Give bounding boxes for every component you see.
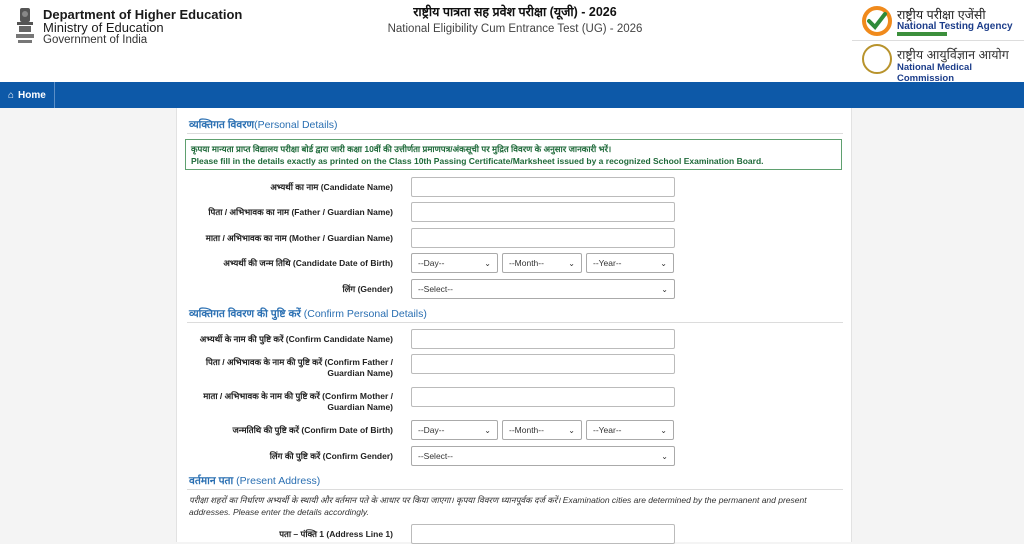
confirm-father-name-input[interactable]: [411, 354, 675, 374]
mother-name-input[interactable]: [411, 228, 675, 248]
mother-name-label: माता / अभिभावक का नाम (Mother / Guardian…: [205, 233, 393, 243]
dob-year-value: --Year--: [593, 258, 622, 268]
gender-select[interactable]: --Select-- ⌄: [411, 279, 675, 299]
confirm-father-name-label-line2: Guardian Name): [327, 368, 393, 378]
header-divider: [852, 40, 1024, 41]
confirm-mother-name-label-line2: Guardian Name): [327, 402, 393, 412]
confirm-dob-day-value: --Day--: [418, 425, 445, 435]
ministry-name: Ministry of Education: [43, 20, 164, 35]
nmc-name-english: National Medical Commission: [897, 62, 972, 84]
confirm-details-heading: व्यक्तिगत विवरण की पुष्टि करें (Confirm …: [189, 307, 427, 321]
confirm-mother-name-input[interactable]: [411, 387, 675, 407]
department-block: Department of Higher Education Ministry …: [43, 8, 242, 47]
site-header: Department of Higher Education Ministry …: [0, 0, 1024, 84]
nav-home-link[interactable]: ⌂ Home: [0, 82, 55, 108]
address-line1-label: पता – पंक्ति 1 (Address Line 1): [279, 529, 393, 539]
confirm-gender-select[interactable]: --Select-- ⌄: [411, 446, 675, 466]
main-nav: ⌂ Home: [0, 82, 1024, 108]
dob-day-value: --Day--: [418, 258, 445, 268]
nmc-name-hindi: राष्ट्रीय आयुर्विज्ञान आयोग: [897, 48, 1009, 62]
exam-title-block: राष्ट्रीय पात्रता सह प्रवेश परीक्षा (यूज…: [330, 4, 700, 38]
registration-form: व्यक्तिगत विवरण(Personal Details) कृपया …: [176, 108, 852, 544]
home-icon: ⌂: [8, 89, 15, 101]
section-divider: [187, 133, 843, 134]
confirm-dob-day-select[interactable]: --Day-- ⌄: [411, 420, 498, 440]
personal-details-heading-english: (Personal Details): [254, 119, 338, 131]
confirm-mother-name-label-line1: माता / अभिभावक के नाम की पुष्टि करें (Co…: [203, 391, 393, 401]
confirm-details-heading-english: (Confirm Personal Details): [303, 308, 427, 320]
confirm-candidate-name-label: अभ्यर्थी के नाम की पुष्टि करें (Confirm …: [199, 334, 393, 344]
exam-title-english: National Eligibility Cum Entrance Test (…: [387, 23, 643, 35]
confirm-details-heading-hindi: व्यक्तिगत विवरण की पुष्टि करें: [189, 308, 301, 320]
dob-month-value: --Month--: [509, 258, 544, 268]
exam-title-hindi: राष्ट्रीय पात्रता सह प्रवेश परीक्षा (यूज…: [413, 5, 617, 19]
confirm-father-name-label: पिता / अभिभावक के नाम की पुष्टि करें (Co…: [177, 357, 393, 379]
nav-home-label: Home: [18, 89, 46, 101]
section-divider: [187, 489, 843, 490]
nta-logo-icon: [862, 6, 892, 36]
personal-details-heading: व्यक्तिगत विवरण(Personal Details): [189, 118, 338, 132]
present-address-heading: वर्तमान पता (Present Address): [189, 474, 320, 488]
confirm-gender-label: लिंग की पुष्टि करें (Confirm Gender): [269, 451, 393, 461]
national-emblem-icon: [16, 8, 34, 43]
chevron-down-icon: ⌄: [484, 258, 491, 268]
nmc-logo-icon: [862, 44, 892, 74]
confirm-dob-month-select[interactable]: --Month-- ⌄: [502, 420, 582, 440]
dob-day-select[interactable]: --Day-- ⌄: [411, 253, 498, 273]
dob-month-select[interactable]: --Month-- ⌄: [502, 253, 582, 273]
candidate-name-label: अभ्यर्थी का नाम (Candidate Name): [270, 182, 393, 192]
dob-label: अभ्यर्थी की जन्म तिथि (Candidate Date of…: [223, 258, 393, 268]
dob-year-select[interactable]: --Year-- ⌄: [586, 253, 674, 273]
address-instructions: परीक्षा शहरों का निर्धारण अभ्यर्थी के स्…: [189, 495, 807, 517]
chevron-down-icon: ⌄: [660, 425, 667, 435]
chevron-down-icon: ⌄: [568, 258, 575, 268]
personal-details-instructions: कृपया मान्यता प्राप्त विद्यालय परीक्षा ब…: [185, 139, 842, 170]
section-divider: [187, 322, 843, 323]
present-address-heading-english: (Present Address): [236, 475, 321, 487]
confirm-candidate-name-input[interactable]: [411, 329, 675, 349]
confirm-dob-year-value: --Year--: [593, 425, 622, 435]
nta-tagline-bar: [897, 32, 947, 36]
confirm-gender-value: --Select--: [418, 451, 453, 461]
candidate-name-input[interactable]: [411, 177, 675, 197]
gender-value: --Select--: [418, 284, 453, 294]
instructions-hindi: कृपया मान्यता प्राप्त विद्यालय परीक्षा ब…: [191, 144, 612, 154]
present-address-heading-hindi: वर्तमान पता: [189, 475, 234, 487]
gender-label: लिंग (Gender): [342, 284, 393, 294]
instructions-english: Please fill in the details exactly as pr…: [191, 156, 764, 166]
confirm-mother-name-label: माता / अभिभावक के नाम की पुष्टि करें (Co…: [177, 391, 393, 413]
personal-details-heading-hindi: व्यक्तिगत विवरण: [189, 119, 255, 131]
chevron-down-icon: ⌄: [660, 258, 667, 268]
confirm-dob-year-select[interactable]: --Year-- ⌄: [586, 420, 674, 440]
chevron-down-icon: ⌄: [661, 284, 668, 294]
chevron-down-icon: ⌄: [661, 451, 668, 461]
chevron-down-icon: ⌄: [568, 425, 575, 435]
father-name-label: पिता / अभिभावक का नाम (Father / Guardian…: [208, 207, 393, 217]
confirm-dob-label: जन्मतिथि की पुष्टि करें (Confirm Date of…: [232, 425, 393, 435]
confirm-father-name-label-line1: पिता / अभिभावक के नाम की पुष्टि करें (Co…: [205, 357, 393, 367]
government-name: Government of India: [43, 34, 148, 46]
confirm-dob-month-value: --Month--: [509, 425, 544, 435]
father-name-input[interactable]: [411, 202, 675, 222]
chevron-down-icon: ⌄: [484, 425, 491, 435]
address-line1-input[interactable]: [411, 524, 675, 544]
nta-name-english: National Testing Agency: [897, 21, 1013, 32]
